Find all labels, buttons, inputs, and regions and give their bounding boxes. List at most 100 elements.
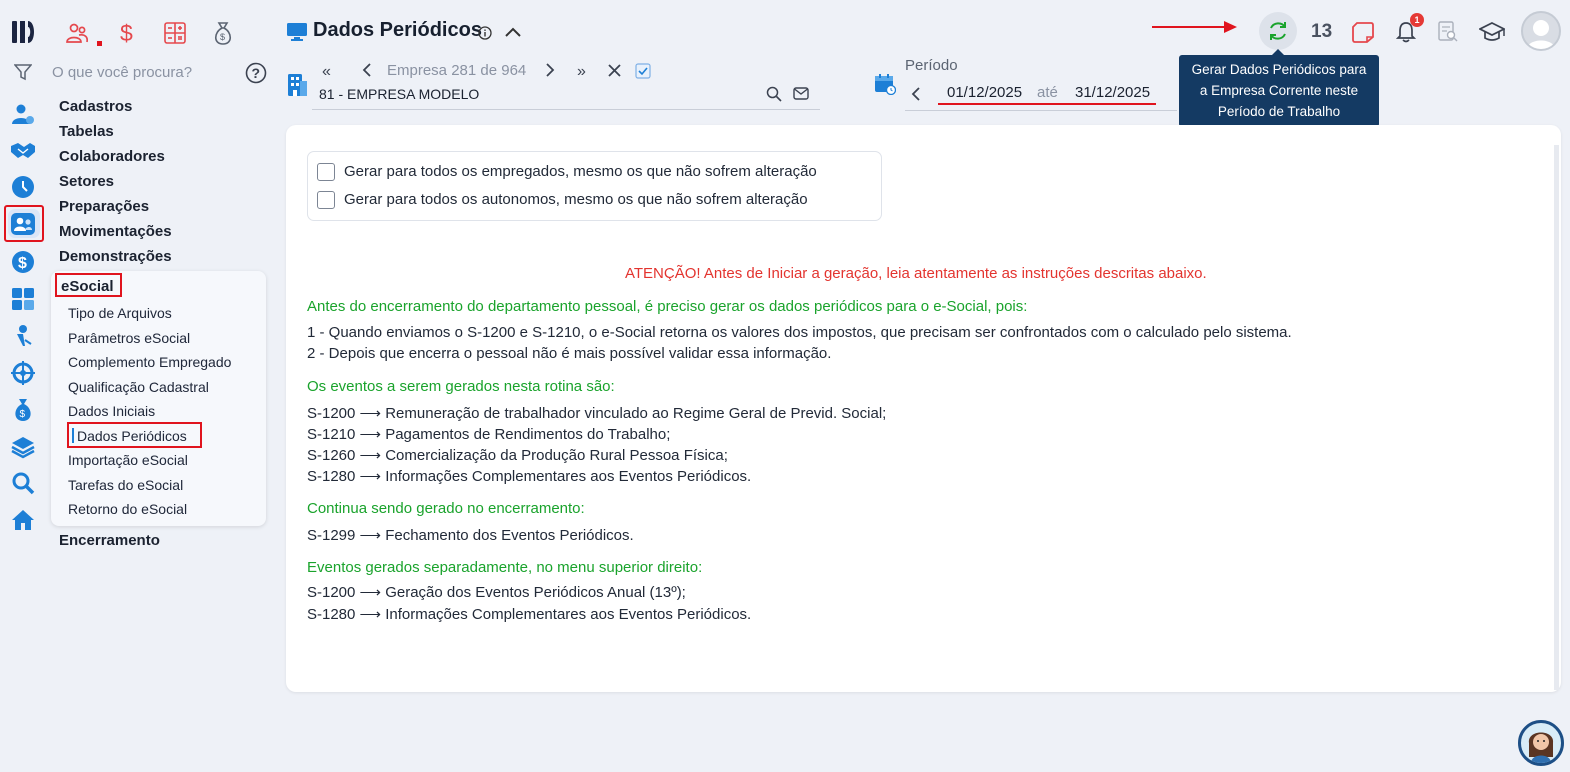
menu-item-encerramento[interactable]: Encerramento bbox=[59, 532, 160, 549]
event-s1260: S-1260 ⟶ Comercialização da Produção Rur… bbox=[307, 447, 728, 464]
money-bag-icon[interactable]: $ bbox=[212, 20, 234, 46]
last-company-button[interactable]: » bbox=[577, 63, 586, 81]
calendar-icon bbox=[874, 73, 896, 95]
event-s1280-separate: S-1280 ⟶ Informações Complementares aos … bbox=[307, 606, 752, 623]
money-bag-blue-icon[interactable]: $ bbox=[9, 396, 37, 424]
prev-period-icon[interactable] bbox=[911, 86, 921, 102]
period-separator: até bbox=[1037, 84, 1058, 101]
layers-icon[interactable] bbox=[9, 433, 37, 461]
active-submenu-marker bbox=[72, 428, 74, 443]
all-employees-checkbox[interactable] bbox=[317, 163, 335, 181]
hand-coin-icon[interactable] bbox=[9, 322, 37, 350]
event-s1200-annual: S-1200 ⟶ Geração dos Eventos Periódicos … bbox=[307, 584, 686, 601]
menu-item-setores[interactable]: Setores bbox=[59, 173, 114, 190]
prev-company-icon[interactable] bbox=[362, 62, 372, 78]
help-icon[interactable]: ? bbox=[245, 62, 267, 84]
refresh-button[interactable] bbox=[1259, 12, 1297, 50]
annotation-arrow bbox=[1152, 20, 1238, 34]
options-box bbox=[307, 151, 882, 221]
checkbox-checked-icon[interactable] bbox=[635, 63, 651, 79]
monitor-icon bbox=[286, 22, 308, 42]
tooltip-line-2: a Empresa Corrente neste bbox=[1199, 83, 1359, 98]
counter-badge[interactable]: 13 bbox=[1311, 21, 1332, 43]
calculator-grid-icon[interactable] bbox=[9, 285, 37, 313]
svg-text:$: $ bbox=[18, 255, 27, 272]
submenu-item-tarefas[interactable]: Tarefas do eSocial bbox=[68, 477, 183, 493]
period-label: Período bbox=[905, 57, 958, 74]
mail-icon[interactable] bbox=[793, 87, 809, 100]
user-settings-icon[interactable] bbox=[9, 100, 37, 128]
warning-text: ATENÇÃO! Antes de Iniciar a geração, lei… bbox=[625, 265, 1207, 282]
menu-item-movimentacoes[interactable]: Movimentações bbox=[59, 223, 172, 240]
all-autonomous-label: Gerar para todos os autonomos, mesmo os … bbox=[344, 191, 808, 208]
close-icon[interactable] bbox=[608, 64, 621, 77]
assistant-avatar[interactable] bbox=[1518, 720, 1564, 766]
menu-item-esocial[interactable]: eSocial bbox=[61, 278, 114, 295]
period-highlight-underline bbox=[938, 103, 1156, 105]
tooltip-line-1: Gerar Dados Periódicos para bbox=[1191, 62, 1367, 77]
submenu-item-dados-periodicos[interactable]: Dados Periódicos bbox=[77, 428, 187, 444]
event-s1200: S-1200 ⟶ Remuneração de trabalhador vinc… bbox=[307, 405, 887, 422]
svg-text:$: $ bbox=[120, 20, 133, 46]
all-employees-label: Gerar para todos os empregados, mesmo os… bbox=[344, 163, 817, 180]
chevron-up-icon[interactable] bbox=[504, 26, 522, 38]
menu-item-colaboradores[interactable]: Colaboradores bbox=[59, 148, 165, 165]
period-start-field[interactable]: 01/12/2025 bbox=[947, 84, 1022, 101]
page-title: Dados Periódicos bbox=[313, 19, 482, 41]
app-logo[interactable] bbox=[10, 18, 38, 46]
home-icon[interactable] bbox=[9, 506, 37, 534]
people-group-icon[interactable] bbox=[65, 21, 89, 45]
company-field-underline bbox=[312, 109, 820, 110]
gear-network-icon[interactable] bbox=[9, 359, 37, 387]
svg-text:$: $ bbox=[220, 32, 225, 42]
submenu-item-retorno[interactable]: Retorno do eSocial bbox=[68, 501, 187, 517]
shortcut-indicator bbox=[97, 41, 102, 46]
submenu-item-complemento[interactable]: Complemento Empregado bbox=[68, 354, 231, 370]
content-scrollbar[interactable] bbox=[1554, 145, 1559, 690]
section-heading-separate: Eventos gerados separadamente, no menu s… bbox=[307, 559, 703, 576]
period-end-field[interactable]: 31/12/2025 bbox=[1075, 84, 1150, 101]
first-company-button[interactable]: « bbox=[322, 63, 331, 81]
filter-icon[interactable] bbox=[14, 63, 32, 81]
company-counter: Empresa 281 de 964 bbox=[387, 62, 527, 79]
reason-1: 1 - Quando enviamos o S-1200 e S-1210, o… bbox=[307, 324, 1292, 341]
submenu-item-dados-iniciais[interactable]: Dados Iniciais bbox=[68, 403, 155, 419]
period-field-underline bbox=[905, 110, 1177, 111]
next-company-icon[interactable] bbox=[545, 62, 555, 78]
tooltip-line-3: Período de Trabalho bbox=[1217, 104, 1341, 119]
people-icon[interactable] bbox=[9, 210, 37, 238]
dollar-circle-icon[interactable]: $ bbox=[9, 248, 37, 276]
svg-text:$: $ bbox=[20, 409, 26, 420]
menu-item-demonstracoes[interactable]: Demonstrações bbox=[59, 248, 172, 265]
submenu-item-importacao[interactable]: Importação eSocial bbox=[68, 452, 188, 468]
search-company-icon[interactable] bbox=[766, 86, 782, 102]
event-s1299: S-1299 ⟶ Fechamento dos Eventos Periódic… bbox=[307, 527, 634, 544]
note-icon[interactable] bbox=[1352, 21, 1374, 43]
search-input[interactable]: O que você procura? bbox=[52, 64, 192, 81]
company-field[interactable]: 81 - EMPRESA MODELO bbox=[319, 86, 479, 102]
event-s1280: S-1280 ⟶ Informações Complementares aos … bbox=[307, 468, 752, 485]
building-icon bbox=[286, 73, 308, 97]
svg-text:?: ? bbox=[252, 65, 261, 81]
submenu-item-parametros[interactable]: Parâmetros eSocial bbox=[68, 330, 190, 346]
clock-icon[interactable] bbox=[9, 173, 37, 201]
search-icon[interactable] bbox=[9, 469, 37, 497]
refresh-tooltip: Gerar Dados Periódicos para a Empresa Co… bbox=[1179, 55, 1379, 127]
section-heading-reasons: Antes do encerramento do departamento pe… bbox=[307, 298, 1028, 315]
reason-2: 2 - Depois que encerra o pessoal não é m… bbox=[307, 345, 832, 362]
graduation-cap-icon[interactable] bbox=[1479, 21, 1505, 43]
submenu-item-qualificacao[interactable]: Qualificação Cadastral bbox=[68, 379, 209, 395]
menu-item-preparacoes[interactable]: Preparações bbox=[59, 198, 149, 215]
event-s1210: S-1210 ⟶ Pagamentos de Rendimentos do Tr… bbox=[307, 426, 671, 443]
submenu-item-tipo-arquivos[interactable]: Tipo de Arquivos bbox=[68, 305, 172, 321]
menu-item-tabelas[interactable]: Tabelas bbox=[59, 123, 114, 140]
calculator-icon[interactable] bbox=[163, 21, 187, 45]
handshake-icon[interactable] bbox=[9, 137, 37, 165]
section-heading-closing: Continua sendo gerado no encerramento: bbox=[307, 500, 585, 517]
avatar[interactable] bbox=[1521, 11, 1561, 51]
all-autonomous-checkbox[interactable] bbox=[317, 191, 335, 209]
menu-item-cadastros[interactable]: Cadastros bbox=[59, 98, 132, 115]
document-search-icon[interactable] bbox=[1438, 21, 1458, 43]
dollar-icon[interactable]: $ bbox=[118, 20, 136, 46]
info-icon[interactable] bbox=[478, 26, 492, 40]
